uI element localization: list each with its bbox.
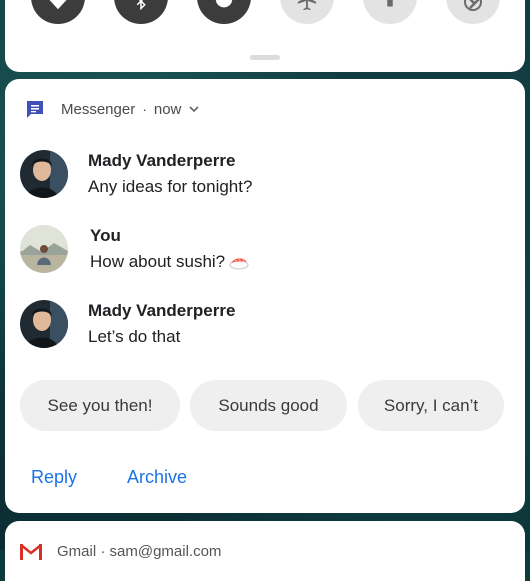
flashlight-icon [387,0,393,7]
smart-replies: See you then! Sounds good Sorry, I can’t [20,380,510,432]
notification-header[interactable]: Messenger · now [25,99,200,119]
message-item: Mady Vanderperre Let’s do that [20,300,515,352]
bluetooth-tile[interactable] [114,0,168,24]
next-notification-title: Gmail · sam@gmail.com [57,543,222,560]
do-not-disturb-icon [215,0,233,8]
archive-button[interactable]: Archive [127,467,187,488]
do-not-disturb-tile[interactable] [197,0,251,24]
drag-handle[interactable] [250,55,280,60]
message-sender: Mady Vanderperre [88,301,236,320]
messenger-app-icon [25,99,45,119]
avatar [20,225,68,273]
header-separator: · [142,101,147,117]
message-text: Any ideas for tonight? [88,177,253,196]
rotate-icon [464,0,482,11]
gmail-notification[interactable]: Gmail · sam@gmail.com [5,521,525,581]
airplane-mode-tile[interactable] [280,0,334,24]
avatar [20,300,68,348]
quick-settings-panel [5,0,525,72]
messenger-notification[interactable]: Messenger · now Mady Vanderperre Any ide… [5,79,525,513]
reply-button[interactable]: Reply [31,467,77,488]
message-text-row: How about sushi? [90,252,249,272]
app-name: Messenger [61,100,136,118]
wifi-icon [49,0,67,10]
flashlight-tile[interactable] [363,0,417,24]
gmail-icon [20,544,42,560]
avatar [20,150,68,198]
airplane-icon [297,0,317,11]
message-text: How about sushi? [90,252,226,271]
message-sender: Mady Vanderperre [88,151,236,170]
message-item: You How about sushi? [20,225,515,277]
message-text: Let’s do that [88,327,181,346]
message-sender: You [90,226,121,245]
sushi-icon [229,254,249,270]
smart-reply-chip[interactable]: See you then! [20,380,180,431]
smart-reply-chip[interactable]: Sounds good [190,380,347,431]
smart-reply-chip[interactable]: Sorry, I can’t [358,380,504,431]
notification-time: now [153,100,182,118]
bluetooth-icon [136,0,146,11]
message-item: Mady Vanderperre Any ideas for tonight? [20,150,515,202]
chevron-down-icon[interactable] [188,103,200,115]
wifi-tile[interactable] [31,0,85,24]
auto-rotate-tile[interactable] [446,0,500,24]
